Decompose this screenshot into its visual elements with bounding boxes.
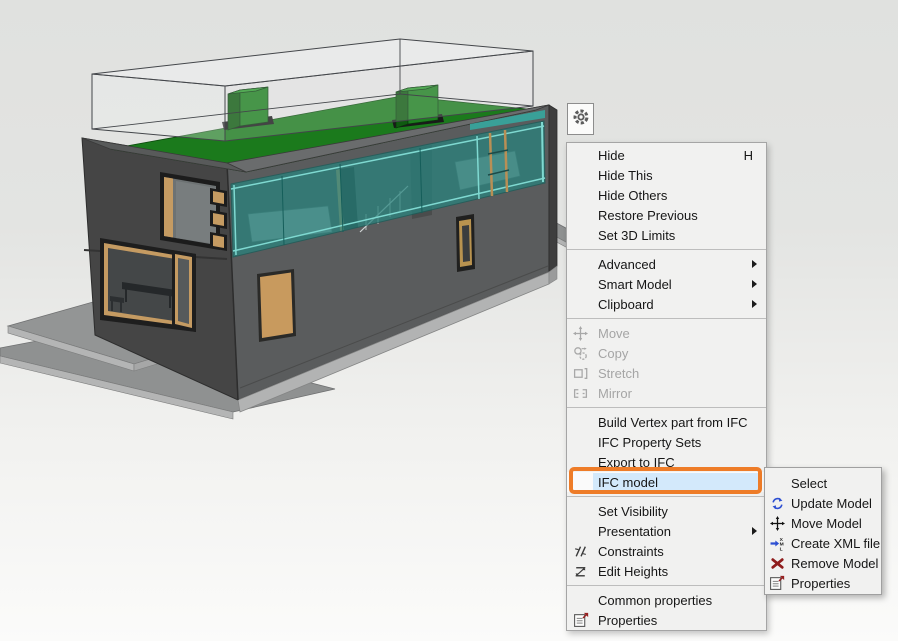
menu-item-properties[interactable]: Properties — [567, 610, 766, 630]
menu-item-advanced[interactable]: Advanced — [567, 254, 766, 274]
properties-icon — [567, 612, 594, 628]
gear-icon — [572, 108, 590, 131]
app-canvas: { "toolbar": { "gear_button": { "icon": … — [0, 0, 898, 641]
menu-item-build-vertex-part-from-ifc[interactable]: Build Vertex part from IFC — [567, 412, 766, 432]
menu-item-edit-heights[interactable]: Edit Heights — [567, 561, 766, 581]
properties-icon — [765, 575, 789, 591]
menu-item-restore-previous[interactable]: Restore Previous — [567, 205, 766, 225]
shortcut-key: H — [744, 148, 753, 163]
move-icon — [567, 326, 594, 341]
submenu-arrow-icon — [752, 300, 757, 308]
menu-separator — [567, 581, 766, 590]
menu-item-clipboard[interactable]: Clipboard — [567, 294, 766, 314]
submenu-item-create-xml-file[interactable]: X M L Create XML file — [765, 533, 881, 553]
menu-item-constraints[interactable]: Constraints — [567, 541, 766, 561]
remove-model-icon — [765, 556, 789, 571]
submenu-item-update-model[interactable]: Update Model — [765, 493, 881, 513]
menu-item-ifc-model[interactable]: IFC model — [567, 472, 766, 492]
menu-separator — [567, 492, 766, 501]
menu-item-export-to-ifc[interactable]: Export to IFC — [567, 452, 766, 472]
submenu-arrow-icon — [752, 280, 757, 288]
menu-item-move: Move — [567, 323, 766, 343]
view-options-gear-button[interactable] — [567, 103, 594, 135]
context-menu: Hide H Hide This Hide Others Restore Pre… — [566, 142, 767, 631]
menu-item-hide-others[interactable]: Hide Others — [567, 185, 766, 205]
menu-item-ifc-property-sets[interactable]: IFC Property Sets — [567, 432, 766, 452]
menu-item-set-visibility[interactable]: Set Visibility — [567, 501, 766, 521]
submenu-arrow-icon — [752, 527, 757, 535]
menu-item-common-properties[interactable]: Common properties — [567, 590, 766, 610]
create-xml-icon: X M L — [765, 536, 789, 551]
svg-text:L: L — [779, 546, 782, 551]
menu-item-set-3d-limits[interactable]: Set 3D Limits — [567, 225, 766, 245]
stretch-icon — [567, 366, 594, 381]
menu-separator — [567, 245, 766, 254]
menu-separator — [567, 403, 766, 412]
menu-item-hide-this[interactable]: Hide This — [567, 165, 766, 185]
submenu-item-move-model[interactable]: Move Model — [765, 513, 881, 533]
update-model-icon — [765, 496, 789, 511]
edit-heights-icon — [567, 564, 594, 579]
submenu-item-remove-model[interactable]: Remove Model — [765, 553, 881, 573]
menu-item-copy: Copy — [567, 343, 766, 363]
menu-item-stretch: Stretch — [567, 363, 766, 383]
submenu-item-select[interactable]: Select — [765, 473, 881, 493]
menu-item-hide[interactable]: Hide H — [567, 145, 766, 165]
mirror-icon — [567, 386, 594, 401]
menu-item-label: Hide — [598, 148, 625, 163]
move-model-icon — [765, 516, 789, 531]
submenu-arrow-icon — [752, 260, 757, 268]
constraints-icon — [567, 544, 594, 559]
ifc-model-submenu: Select Update Model Move Model — [764, 467, 882, 595]
menu-item-presentation[interactable]: Presentation — [567, 521, 766, 541]
copy-icon — [567, 346, 594, 361]
menu-separator — [567, 314, 766, 323]
menu-item-mirror: Mirror — [567, 383, 766, 403]
menu-item-smart-model[interactable]: Smart Model — [567, 274, 766, 294]
submenu-item-properties[interactable]: Properties — [765, 573, 881, 593]
